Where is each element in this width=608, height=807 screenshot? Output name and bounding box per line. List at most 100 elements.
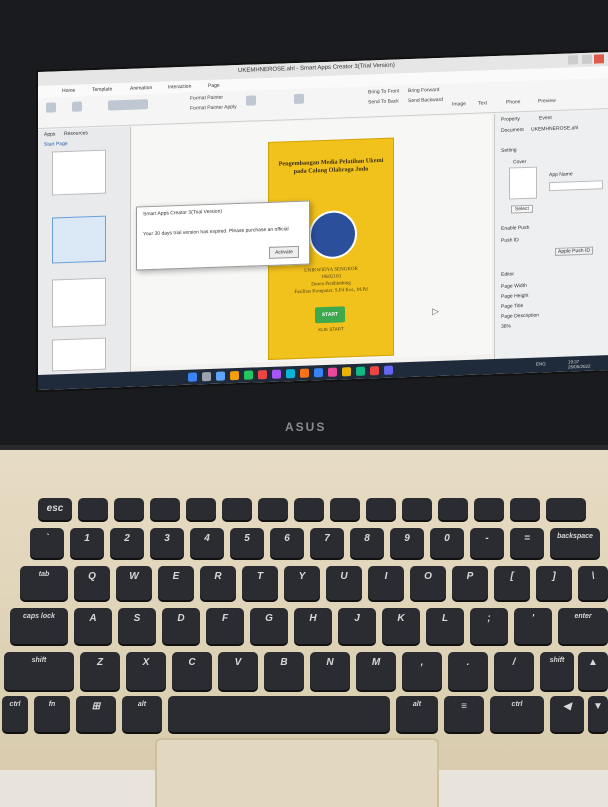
property-tab[interactable]: Property <box>501 116 520 123</box>
key-delete[interactable] <box>546 498 586 520</box>
tab-home[interactable]: Home <box>62 88 75 94</box>
key-5[interactable]: 5 <box>230 528 264 558</box>
page-thumbnail-selected[interactable] <box>52 215 106 264</box>
preview-button[interactable]: Preview <box>538 98 556 105</box>
file-explorer-icon[interactable] <box>230 370 239 381</box>
key-f7[interactable] <box>294 498 324 520</box>
app-icon[interactable] <box>300 368 309 378</box>
key-backslash[interactable]: \ <box>578 566 608 600</box>
key-o[interactable]: O <box>410 566 446 600</box>
phone-button[interactable]: Phone <box>506 99 520 106</box>
key-f10[interactable] <box>402 498 432 520</box>
page-thumbnail[interactable] <box>52 149 106 196</box>
key-1[interactable]: 1 <box>70 528 104 558</box>
app-icon[interactable] <box>356 366 365 376</box>
bring-forward-button[interactable]: Bring Forward <box>408 87 439 94</box>
key-backspace[interactable]: backspace <box>550 528 600 558</box>
key-esc[interactable]: esc <box>38 498 72 520</box>
key-e[interactable]: E <box>158 566 194 600</box>
key-f12[interactable] <box>474 498 504 520</box>
key-f5[interactable] <box>222 498 252 520</box>
activate-button[interactable]: Activate <box>269 245 299 259</box>
resources-tab[interactable]: Resources <box>64 130 88 137</box>
key-9[interactable]: 9 <box>390 528 424 558</box>
format-painter-button[interactable]: Format Painter <box>190 95 223 102</box>
tab-page[interactable]: Page <box>208 83 220 89</box>
key-f8[interactable] <box>330 498 360 520</box>
app-icon[interactable] <box>258 370 267 380</box>
key-right-bracket[interactable]: ] <box>536 566 572 600</box>
browser-icon[interactable] <box>244 370 253 380</box>
key-w[interactable]: W <box>116 566 152 600</box>
key-semicolon[interactable]: ; <box>470 608 508 644</box>
key-f1[interactable] <box>78 498 108 520</box>
setting-section[interactable]: Setting <box>501 147 517 154</box>
cover-image[interactable] <box>509 166 537 200</box>
language-indicator[interactable]: ENG <box>536 361 546 366</box>
app-icon[interactable] <box>314 368 323 378</box>
key-right-shift[interactable]: shift <box>540 652 574 690</box>
key-p[interactable]: P <box>452 566 488 600</box>
key-h[interactable]: H <box>294 608 332 644</box>
start-button[interactable]: START <box>315 306 345 324</box>
bring-to-front-button[interactable]: Bring To Front <box>368 88 399 95</box>
app-icon[interactable] <box>286 369 295 379</box>
key-4[interactable]: 4 <box>190 528 224 558</box>
key-arrow-up[interactable]: ▲ <box>578 652 608 690</box>
distribute-icon[interactable] <box>294 93 304 105</box>
key-left-bracket[interactable]: [ <box>494 566 530 600</box>
key-a[interactable]: A <box>74 608 112 644</box>
key-t[interactable]: T <box>242 566 278 600</box>
key-k[interactable]: K <box>382 608 420 644</box>
key-j[interactable]: J <box>338 608 376 644</box>
key-left-shift[interactable]: shift <box>4 652 74 690</box>
key-c[interactable]: C <box>172 652 212 690</box>
search-icon[interactable] <box>202 371 211 382</box>
app-icon[interactable] <box>342 367 351 377</box>
key-f9[interactable] <box>366 498 396 520</box>
key-q[interactable]: Q <box>74 566 110 600</box>
minimize-button[interactable] <box>568 55 578 65</box>
image-button[interactable]: Image <box>452 101 466 107</box>
key-fn[interactable]: fn <box>34 696 70 732</box>
key-right-alt[interactable]: alt <box>396 696 438 732</box>
key-y[interactable]: Y <box>284 566 320 600</box>
select-button[interactable]: Select <box>511 204 533 214</box>
key-f3[interactable] <box>150 498 180 520</box>
key-f11[interactable] <box>438 498 468 520</box>
key-slash[interactable]: / <box>494 652 534 690</box>
key-space[interactable] <box>168 696 390 732</box>
close-button[interactable] <box>594 54 604 64</box>
key-d[interactable]: D <box>162 608 200 644</box>
font-select[interactable] <box>108 99 148 111</box>
key-u[interactable]: U <box>326 566 362 600</box>
key-v[interactable]: V <box>218 652 258 690</box>
align-icon[interactable] <box>246 95 256 106</box>
key-i[interactable]: I <box>368 566 404 600</box>
key-minus[interactable]: - <box>470 528 504 558</box>
key-right-ctrl[interactable]: ctrl <box>490 696 544 732</box>
start-icon[interactable] <box>188 372 197 382</box>
key-enter[interactable]: enter <box>558 608 608 644</box>
cut-icon[interactable] <box>46 102 56 113</box>
key-arrow-left[interactable]: ◀ <box>550 696 584 732</box>
format-painter-apply-button[interactable]: Format Painter Apply <box>190 104 237 112</box>
page-thumbnail[interactable] <box>52 337 106 372</box>
maximize-button[interactable] <box>582 54 592 65</box>
apple-push-id-button[interactable]: Apple Push ID <box>555 246 593 256</box>
key-8[interactable]: 8 <box>350 528 384 558</box>
tab-interaction[interactable]: Interaction <box>168 84 191 91</box>
key-b[interactable]: B <box>264 652 304 690</box>
key-left-alt[interactable]: alt <box>122 696 162 732</box>
page-thumbnail[interactable] <box>52 277 106 328</box>
task-view-icon[interactable] <box>216 371 225 381</box>
key-quote[interactable]: ' <box>514 608 552 644</box>
key-menu[interactable]: ≡ <box>444 696 484 732</box>
key-f4[interactable] <box>186 498 216 520</box>
tab-animation[interactable]: Animation <box>130 85 152 92</box>
key-r[interactable]: R <box>200 566 236 600</box>
key-insert[interactable] <box>510 498 540 520</box>
paste-icon[interactable] <box>72 101 82 112</box>
key-tab[interactable]: tab <box>20 566 68 600</box>
key-2[interactable]: 2 <box>110 528 144 558</box>
